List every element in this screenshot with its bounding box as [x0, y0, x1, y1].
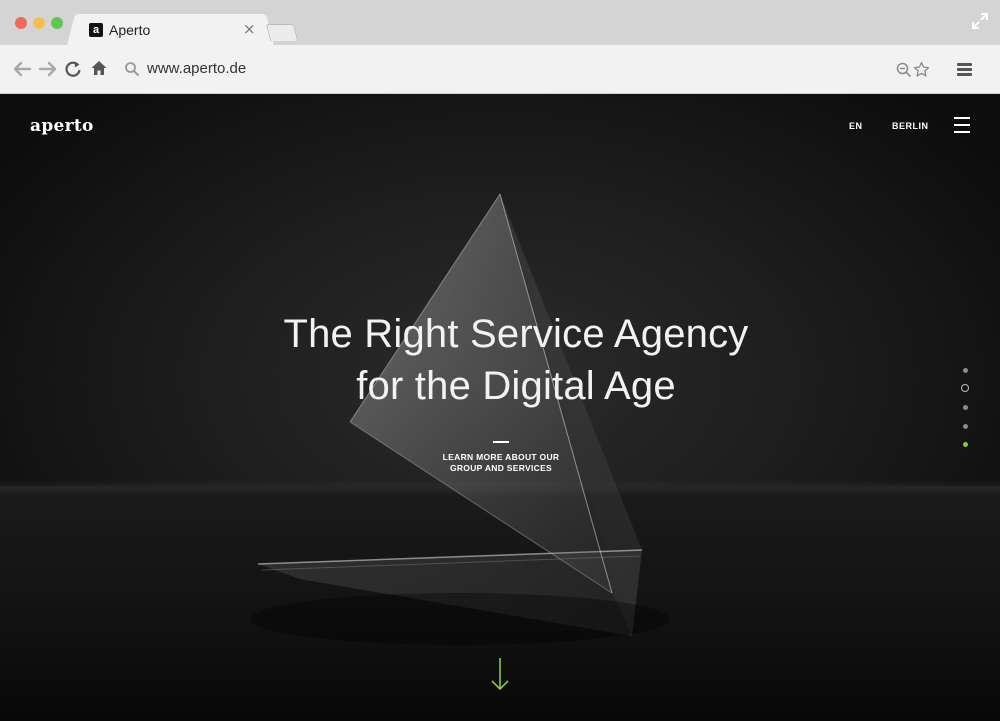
hero-headline-line2: for the Digital Age: [356, 364, 676, 408]
search-icon: [125, 62, 140, 77]
hero-headline: The Right Service Agency for the Digital…: [200, 308, 832, 412]
language-switch[interactable]: EN: [849, 120, 863, 132]
learn-more-line1: LEARN MORE ABOUT OUR: [442, 452, 560, 462]
tab-close-button[interactable]: ×: [243, 20, 256, 38]
new-tab-button[interactable]: [265, 24, 299, 41]
menu-icon[interactable]: [956, 61, 973, 78]
pager-dot-accent[interactable]: [963, 442, 968, 447]
browser-tab[interactable]: a Aperto ×: [77, 14, 264, 46]
pager-dot[interactable]: [963, 368, 968, 373]
minimize-window-button[interactable]: [33, 17, 45, 29]
zoom-icon[interactable]: [896, 62, 912, 78]
cta-divider: [493, 441, 509, 443]
expand-icon[interactable]: [971, 12, 989, 30]
tab-title: Aperto: [109, 22, 151, 38]
learn-more-link[interactable]: LEARN MORE ABOUT OUR GROUP AND SERVICES: [416, 452, 586, 474]
zoom-window-button[interactable]: [51, 17, 63, 29]
close-window-button[interactable]: [15, 17, 27, 29]
hamburger-icon[interactable]: [954, 117, 970, 133]
star-icon[interactable]: [913, 61, 930, 78]
down-arrow-icon[interactable]: [490, 656, 510, 692]
back-arrow-icon[interactable]: [12, 59, 32, 79]
page-viewport: aperto EN BERLIN The Right Service Agenc…: [0, 94, 1000, 721]
reload-icon[interactable]: [64, 59, 82, 79]
location-switch[interactable]: BERLIN: [892, 120, 929, 132]
favicon-icon: a: [89, 23, 103, 37]
section-pager: [958, 364, 974, 454]
address-bar-url[interactable]: www.aperto.de: [147, 60, 246, 78]
site-logo[interactable]: aperto: [30, 116, 94, 136]
browser-toolbar: www.aperto.de: [0, 45, 1000, 94]
pager-dot[interactable]: [963, 405, 968, 410]
browser-titlebar: a Aperto ×: [0, 0, 1000, 46]
pager-dot[interactable]: [963, 424, 968, 429]
learn-more-line2: GROUP AND SERVICES: [449, 463, 553, 473]
pager-dot-active[interactable]: [961, 384, 969, 392]
home-icon[interactable]: [90, 59, 108, 77]
forward-arrow-icon[interactable]: [38, 59, 58, 79]
hero-headline-line1: The Right Service Agency: [283, 312, 749, 356]
